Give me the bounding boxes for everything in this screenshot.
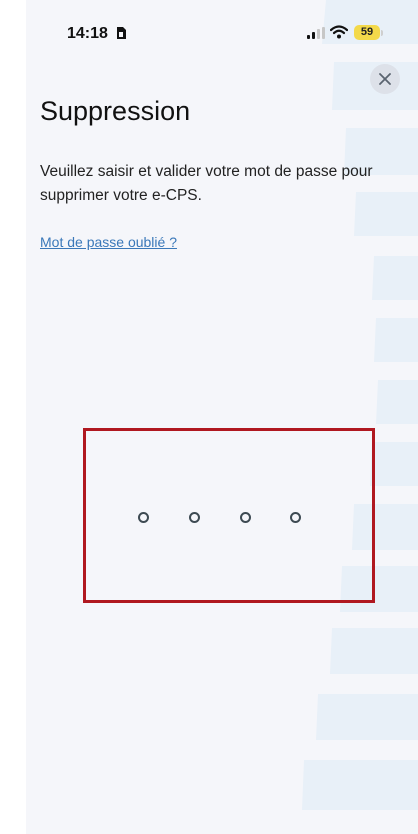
app-screen: 14:18 59 Suppression Veuillez saisir et … <box>26 0 418 834</box>
status-bar: 14:18 59 <box>26 0 418 64</box>
page-title: Suppression <box>40 96 191 126</box>
battery-level: 59 <box>360 26 374 38</box>
pin-dot <box>240 512 251 523</box>
status-time: 14:18 <box>67 25 108 42</box>
forgot-password-link[interactable]: Mot de passe oublié ? <box>40 234 177 250</box>
battery-icon: 59 <box>354 25 380 40</box>
pin-entry-area[interactable] <box>83 428 375 603</box>
cellular-signal-icon <box>307 27 325 39</box>
pin-dot <box>189 512 200 523</box>
sim-card-icon <box>117 27 126 39</box>
wifi-icon <box>330 25 348 39</box>
battery-tip <box>381 30 383 36</box>
pin-dot <box>290 512 301 523</box>
close-icon <box>379 73 391 85</box>
pin-dot <box>138 512 149 523</box>
instruction-text: Veuillez saisir et valider votre mot de … <box>40 163 373 204</box>
close-button[interactable] <box>370 64 400 94</box>
